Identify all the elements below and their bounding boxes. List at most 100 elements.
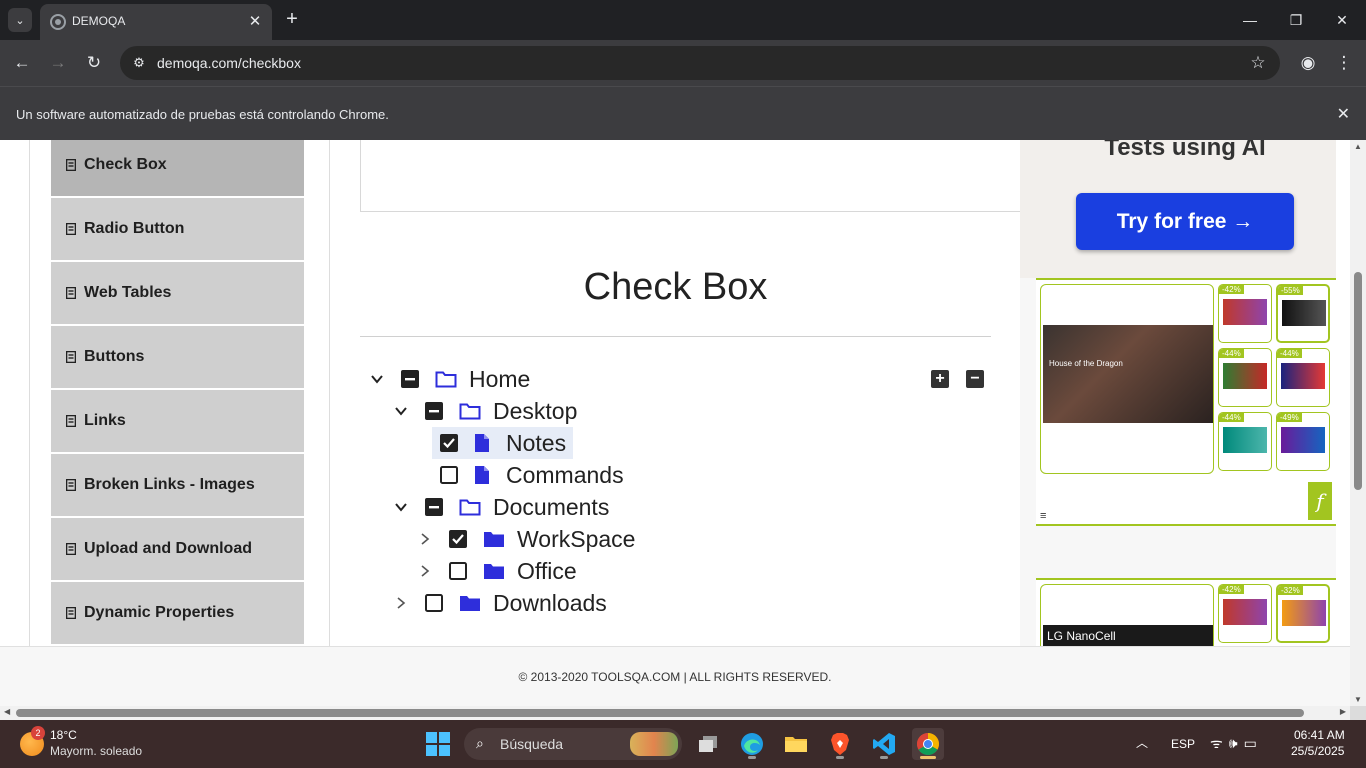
scroll-up-icon[interactable]: ▲: [1354, 142, 1362, 151]
ad-product-thumb[interactable]: -42%: [1218, 284, 1272, 343]
tv-image: [1223, 363, 1267, 389]
ad-product-thumb[interactable]: -49%: [1276, 412, 1330, 471]
ad-menu-icon[interactable]: ≡: [1040, 510, 1046, 522]
ad-product-thumb[interactable]: -44%: [1218, 348, 1272, 407]
ad-product-thumb[interactable]: -55%: [1276, 284, 1330, 343]
checkbox-checked[interactable]: [449, 530, 467, 548]
chevron-down-icon[interactable]: [369, 371, 385, 387]
browser-tab[interactable]: DEMOQA ✕: [40, 4, 272, 40]
chevron-right-icon[interactable]: [393, 595, 409, 611]
folder-open-icon: [459, 497, 481, 517]
site-info-icon[interactable]: ⚙: [130, 54, 148, 72]
expand-all-button[interactable]: +: [931, 370, 949, 388]
discount-badge: -55%: [1278, 286, 1303, 295]
chevron-right-icon[interactable]: [417, 563, 433, 579]
checkbox-unchecked[interactable]: [449, 562, 467, 580]
file-explorer-icon[interactable]: [780, 728, 812, 760]
collapse-all-button[interactable]: −: [966, 370, 984, 388]
menu-icon[interactable]: ⋮: [1332, 51, 1356, 75]
tree-label[interactable]: Notes: [506, 430, 566, 457]
edge-icon[interactable]: [736, 728, 768, 760]
forward-button[interactable]: →: [46, 51, 70, 75]
language-indicator[interactable]: ESP: [1171, 737, 1195, 751]
close-tab-icon[interactable]: ✕: [246, 12, 264, 30]
clock-time[interactable]: 06:41 AM: [1294, 728, 1345, 742]
reload-button[interactable]: ↻: [82, 51, 106, 75]
tv-image: [1281, 427, 1325, 453]
volume-icon[interactable]: 🕪: [1229, 735, 1244, 751]
vertical-scrollbar[interactable]: ▲ ▼: [1350, 140, 1366, 706]
tree-label[interactable]: WorkSpace: [517, 526, 635, 553]
scroll-down-icon[interactable]: ▼: [1354, 695, 1362, 704]
sidebar-item-check-box[interactable]: Check Box: [51, 140, 304, 196]
weather-description[interactable]: Mayorm. soleado: [50, 744, 142, 758]
ad-product-thumb[interactable]: -42%: [1218, 584, 1272, 643]
taskbar-search[interactable]: ⌕ Búsqueda: [464, 728, 682, 760]
brave-icon[interactable]: [824, 728, 856, 760]
checkbox-unchecked[interactable]: [440, 466, 458, 484]
sidebar-item-web-tables[interactable]: Web Tables: [51, 262, 304, 324]
bookmark-star-icon[interactable]: ☆: [1248, 53, 1268, 73]
tab-search-button[interactable]: ⌄: [8, 8, 32, 32]
scroll-left-icon[interactable]: ◀: [4, 707, 10, 716]
close-window-button[interactable]: ✕: [1330, 8, 1354, 32]
tree-label[interactable]: Home: [469, 366, 530, 393]
tray-chevron-up-icon[interactable]: ︿: [1136, 734, 1148, 751]
url-text[interactable]: demoqa.com/checkbox: [157, 55, 301, 71]
sidebar-item-radio-button[interactable]: Radio Button: [51, 198, 304, 260]
minimize-button[interactable]: —: [1238, 8, 1262, 32]
tree-label[interactable]: Downloads: [493, 590, 607, 617]
scroll-right-icon[interactable]: ▶: [1340, 707, 1346, 716]
ad-column: Tests using AI Try for free → House of t…: [1020, 140, 1336, 674]
ad-product-thumb[interactable]: -32%: [1276, 584, 1330, 643]
tree-label[interactable]: Desktop: [493, 398, 577, 425]
checkbox-partial[interactable]: [401, 370, 419, 388]
tree-label[interactable]: Office: [517, 558, 577, 585]
tree-label[interactable]: Documents: [493, 494, 609, 521]
sidebar-item-label: Web Tables: [84, 284, 172, 301]
top-ad-box: [360, 140, 1022, 212]
windows-start-icon[interactable]: [426, 732, 450, 756]
ad-product-thumb[interactable]: -44%: [1276, 348, 1330, 407]
tree-label[interactable]: Commands: [506, 462, 624, 489]
taskbar: 2 18°C Mayorm. soleado ⌕ Búsqueda ︿ ESP …: [0, 720, 1366, 768]
vscode-icon[interactable]: [868, 728, 900, 760]
clock-date[interactable]: 25/5/2025: [1291, 744, 1344, 758]
checkbox-checked[interactable]: [440, 434, 458, 452]
profile-icon[interactable]: ◉: [1296, 51, 1320, 75]
sidebar-item-upload-download[interactable]: Upload and Download: [51, 518, 304, 580]
task-view-icon[interactable]: [692, 728, 724, 760]
horizontal-scrollbar[interactable]: ◀ ▶: [0, 706, 1350, 720]
restore-button[interactable]: ❐: [1284, 8, 1308, 32]
checkbox-partial[interactable]: [425, 498, 443, 516]
address-bar[interactable]: ⚙ demoqa.com/checkbox ☆: [120, 46, 1280, 80]
sidebar-item-dynamic-properties[interactable]: Dynamic Properties: [51, 582, 304, 644]
file-icon: [474, 433, 496, 453]
infobar-close-icon[interactable]: ✕: [1337, 104, 1350, 124]
sidebar-item-broken-links[interactable]: Broken Links - Images: [51, 454, 304, 516]
folder-open-icon: [459, 401, 481, 421]
ad-cta-button[interactable]: Try for free →: [1076, 193, 1294, 250]
discount-badge: -44%: [1219, 413, 1244, 422]
chevron-right-icon[interactable]: [417, 531, 433, 547]
sidebar-item-links[interactable]: Links: [51, 390, 304, 452]
chevron-down-icon[interactable]: [393, 499, 409, 515]
battery-icon[interactable]: ▭: [1244, 735, 1263, 751]
scrollbar-thumb[interactable]: [1354, 272, 1362, 490]
new-tab-button[interactable]: +: [282, 9, 302, 30]
back-button[interactable]: ←: [10, 51, 34, 75]
list-icon: [66, 607, 76, 619]
wifi-icon[interactable]: ᯤ: [1210, 735, 1229, 751]
ad-product-thumb[interactable]: -44%: [1218, 412, 1272, 471]
discount-badge: -44%: [1277, 349, 1302, 358]
checkbox-unchecked[interactable]: [425, 594, 443, 612]
tray-icons[interactable]: ᯤ🕪▭: [1210, 734, 1263, 753]
chrome-icon[interactable]: [912, 728, 944, 760]
weather-temperature[interactable]: 18°C: [50, 728, 77, 742]
ad-product-main[interactable]: House of the Dragon: [1040, 284, 1214, 474]
sidebar-item-buttons[interactable]: Buttons: [51, 326, 304, 388]
scrollbar-thumb[interactable]: [16, 709, 1304, 717]
checkbox-partial[interactable]: [425, 402, 443, 420]
ad-banner[interactable]: House of the Dragon -42% -55% -44% -44% …: [1036, 278, 1336, 526]
chevron-down-icon[interactable]: [393, 403, 409, 419]
